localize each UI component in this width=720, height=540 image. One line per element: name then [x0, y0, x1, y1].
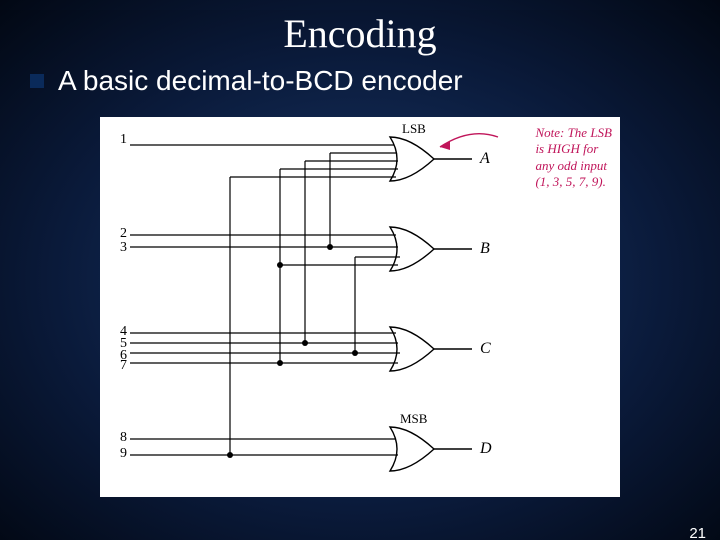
input-2-label: 2 — [120, 226, 127, 241]
gate-a-bit-label: LSB — [402, 121, 426, 136]
input-3-label: 3 — [120, 240, 127, 255]
gate-b-out-label: B — [480, 240, 490, 257]
gate-d-out-label: D — [479, 440, 492, 457]
gate-d-bit-label: MSB — [400, 411, 428, 426]
bullet-icon — [30, 74, 44, 88]
page-number: 21 — [689, 525, 706, 540]
diagram-note: Note: The LSB is HIGH for any odd input … — [535, 125, 612, 190]
bullet-text: A basic decimal-to-BCD encoder — [58, 65, 463, 97]
bullet-row: A basic decimal-to-BCD encoder — [30, 65, 720, 97]
gate-c-out-label: C — [480, 340, 491, 357]
input-1-label: 1 — [120, 132, 127, 147]
circuit-diagram: Note: The LSB is HIGH for any odd input … — [100, 117, 620, 497]
gate-a-out-label: A — [479, 150, 490, 167]
slide-title: Encoding — [0, 10, 720, 57]
input-7-label: 7 — [120, 358, 127, 373]
input-8-label: 8 — [120, 430, 127, 445]
input-9-label: 9 — [120, 446, 127, 461]
